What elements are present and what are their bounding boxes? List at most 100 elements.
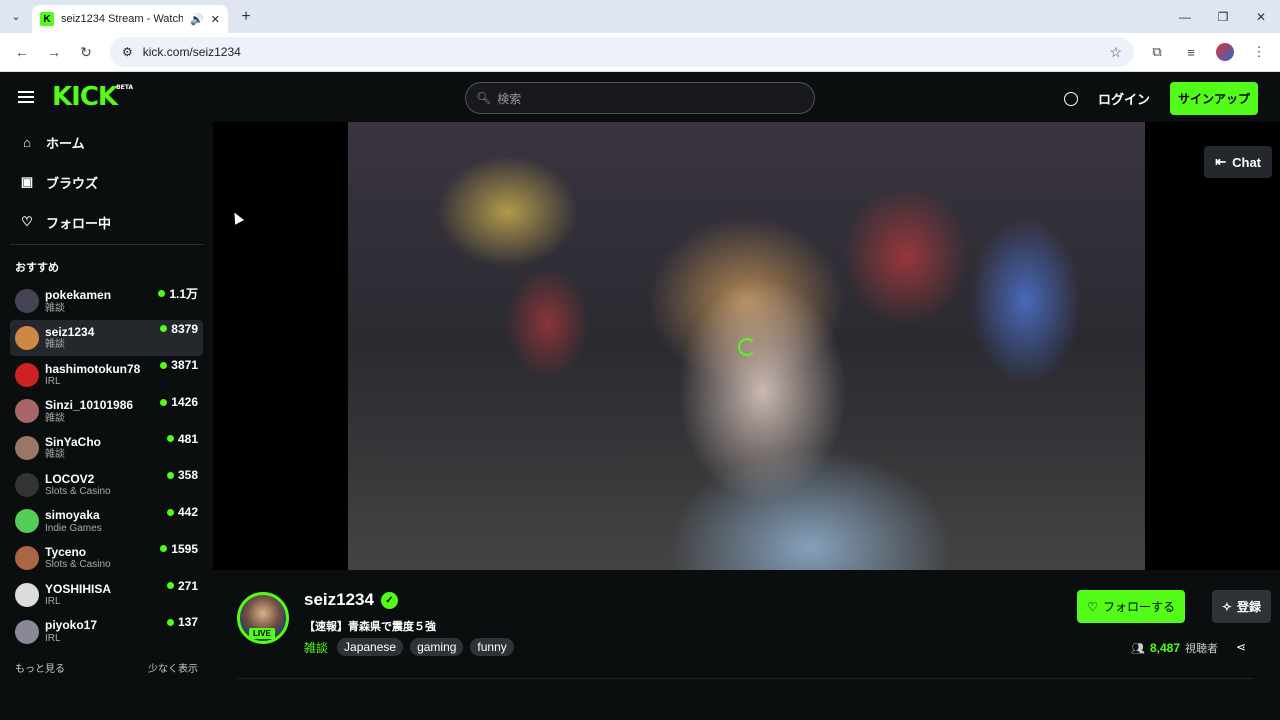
site-info-icon[interactable]: ⚙: [122, 45, 133, 59]
subscribe-button[interactable]: ✧ 登録: [1211, 590, 1271, 623]
reload-icon[interactable]: ↻: [72, 38, 100, 66]
chat-toggle-button[interactable]: ⇤ Chat: [1204, 146, 1272, 178]
close-window-icon[interactable]: ✕: [1242, 0, 1280, 33]
channel-viewers: 8379: [160, 322, 198, 336]
channel-name: hashimotokun78: [45, 361, 141, 376]
divider: [10, 244, 203, 245]
sidebar-channel-item[interactable]: seiz1234 雑談 8379: [10, 319, 203, 357]
sidebar-item-browse[interactable]: ▣ ブラウズ: [10, 162, 203, 202]
category-link[interactable]: 雑談: [304, 639, 328, 656]
sidebar-channel-item[interactable]: pokekamen 雑談 1.1万: [10, 283, 203, 320]
heart-icon: ♡: [1087, 599, 1098, 614]
top-nav: KICK BETA 🔍︎ 検索 ログイン サインアップ: [0, 72, 1280, 122]
kick-app: KICK BETA 🔍︎ 検索 ログイン サインアップ ⌂ ホーム ▣ ブラウズ…: [0, 72, 1280, 720]
channel-viewers: 271: [166, 578, 198, 593]
live-dot-icon: [166, 618, 174, 626]
close-tab-icon[interactable]: ✕: [211, 13, 220, 26]
signup-button[interactable]: サインアップ: [1169, 82, 1258, 115]
sidebar-channel-item[interactable]: SinYaCho 雑談 481: [10, 430, 203, 467]
live-badge: LIVE: [249, 628, 275, 639]
viewer-number: 8,487: [1149, 641, 1180, 655]
show-more-link[interactable]: もっと見る: [15, 660, 65, 675]
extensions-icon[interactable]: ⧉: [1144, 39, 1170, 65]
tab-search-icon[interactable]: ⌄: [0, 0, 32, 33]
verified-badge-icon: ✓: [380, 591, 398, 609]
live-dot-icon: [160, 398, 168, 406]
chat-label: Chat: [1232, 154, 1261, 170]
kick-logo[interactable]: KICK BETA: [52, 82, 133, 112]
live-dot-icon: [166, 435, 174, 443]
video-frame[interactable]: [348, 122, 1145, 570]
login-button[interactable]: ログイン: [1098, 89, 1150, 108]
language-globe-icon[interactable]: [1063, 91, 1078, 106]
channel-name: simoyaka: [45, 508, 100, 523]
follow-button[interactable]: ♡ フォローする: [1077, 590, 1185, 623]
show-less-link[interactable]: 少なく表示: [148, 660, 198, 675]
url-field[interactable]: ⚙ kick.com/seiz1234 ☆: [110, 37, 1134, 67]
viewer-count: 271: [177, 578, 198, 593]
channel-avatar: [15, 326, 39, 351]
sidebar-channel-item[interactable]: Sinzi_10101986 雑談 1426: [10, 393, 203, 430]
forward-icon[interactable]: →: [40, 38, 68, 66]
channel-name[interactable]: seiz1234: [304, 590, 374, 610]
channel-name: piyoko17: [45, 618, 98, 633]
search-placeholder: 検索: [497, 91, 522, 106]
channel-category: 雑談: [45, 302, 65, 314]
channel-category: Slots & Casino: [45, 559, 111, 571]
viewer-count: 442: [177, 505, 198, 520]
sidebar-channel-item[interactable]: LOCOV2 Slots & Casino 358: [10, 466, 203, 503]
divider: [237, 678, 1254, 679]
minimize-icon[interactable]: —: [1166, 0, 1204, 33]
new-tab-button[interactable]: +: [232, 8, 260, 26]
tag-gaming[interactable]: gaming: [410, 638, 464, 656]
viewer-count: 358: [177, 468, 198, 483]
live-dot-icon: [166, 508, 174, 516]
sidebar-channel-item[interactable]: YOSHIHISA IRL 271: [10, 577, 203, 614]
channel-name: seiz1234: [45, 324, 95, 339]
browser-tab[interactable]: K seiz1234 Stream - Watch Li 🔊 ✕: [32, 5, 228, 33]
url-text: kick.com/seiz1234: [142, 45, 241, 59]
channel-name: YOSHIHISA: [45, 581, 112, 596]
chat-expand-icon: ⇤: [1215, 154, 1227, 169]
video-player[interactable]: ⇤ Chat: [213, 122, 1280, 570]
sidebar-channel-item[interactable]: Tyceno Slots & Casino 1595: [10, 540, 203, 577]
channel-avatar: [15, 399, 39, 424]
tag-japanese[interactable]: Japanese: [337, 638, 404, 656]
sidebar-channel-item[interactable]: hashimotokun78 IRL 3871: [10, 356, 203, 393]
channel-viewers: 1.1万: [158, 285, 198, 302]
live-dot-icon: [160, 361, 168, 369]
speaker-icon[interactable]: 🔊: [190, 13, 204, 26]
channel-avatar: [15, 582, 39, 607]
channel-avatar: [15, 546, 39, 571]
channel-avatar: [15, 362, 39, 387]
share-icon[interactable]: ⋖: [1236, 640, 1246, 654]
channel-avatar: [15, 509, 39, 534]
sidebar-item-following[interactable]: ♡ フォロー中: [10, 202, 203, 242]
logo-text: KICK: [52, 82, 118, 112]
hamburger-menu-icon[interactable]: [18, 91, 34, 103]
bookmark-star-icon[interactable]: ☆: [1109, 44, 1122, 61]
back-icon[interactable]: ←: [8, 38, 36, 66]
loading-spinner-icon: [738, 338, 756, 356]
viewer-count: 👥︎ 8,487 視聴者: [1131, 640, 1218, 656]
browser-menu-icon[interactable]: ⋮: [1246, 39, 1272, 65]
sidebar-item-home[interactable]: ⌂ ホーム: [10, 122, 203, 162]
profile-avatar[interactable]: [1212, 39, 1238, 65]
channel-category: 雑談: [45, 339, 65, 351]
viewers-icon: 👥︎: [1131, 642, 1145, 655]
sidebar-channel-item[interactable]: piyoko17 IRL 137: [10, 613, 203, 650]
beta-badge: BETA: [116, 84, 134, 91]
live-dot-icon: [166, 582, 174, 589]
restore-icon[interactable]: ❐: [1204, 0, 1242, 33]
sidebar-channel-item[interactable]: simoyaka Indie Games 442: [10, 503, 203, 540]
media-controls-icon[interactable]: ≡: [1178, 39, 1204, 65]
home-icon: ⌂: [23, 134, 31, 150]
search-input[interactable]: 🔍︎ 検索: [465, 82, 815, 114]
tag-funny[interactable]: funny: [470, 638, 514, 656]
address-bar-row: ← → ↻ ⚙ kick.com/seiz1234 ☆ ⧉ ≡ ⋮: [0, 33, 1280, 72]
sparkle-icon: ✧: [1221, 599, 1232, 614]
channel-name-row: seiz1234 ✓: [304, 590, 398, 610]
channel-viewers: 358: [166, 468, 198, 483]
heart-icon: ♡: [21, 214, 33, 229]
kick-favicon-icon: K: [40, 12, 54, 26]
